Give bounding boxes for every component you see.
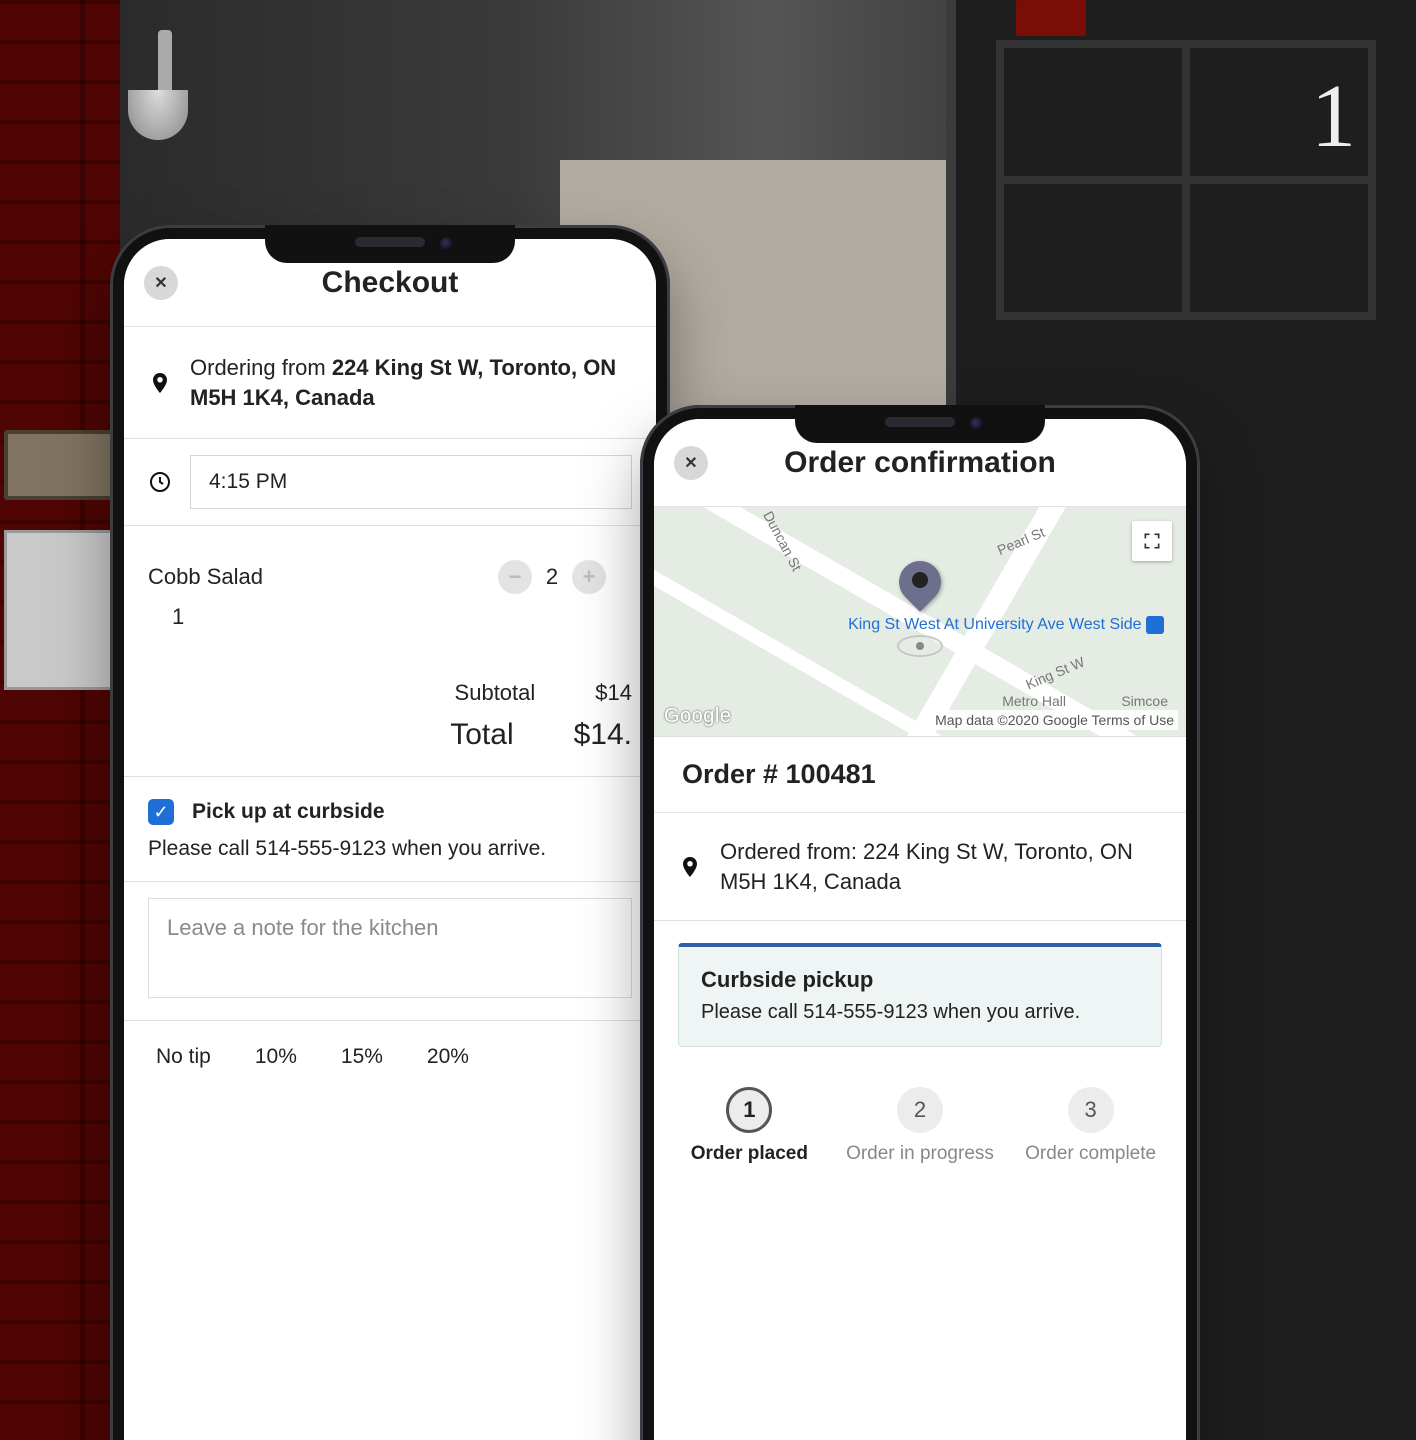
- tip-option-none[interactable]: No tip: [148, 1039, 219, 1075]
- step-order-placed: 1 Order placed: [674, 1087, 824, 1166]
- kitchen-note-placeholder: Leave a note for the kitchen: [167, 915, 439, 940]
- subtotal-value: $14: [595, 680, 632, 706]
- line-item-name: Cobb Salad: [148, 564, 498, 590]
- page-title: Order confirmation: [708, 446, 1132, 480]
- step-label: Order complete: [1025, 1143, 1156, 1166]
- line-item-option: 1: [124, 600, 656, 652]
- map-logo: Google: [664, 705, 732, 728]
- location-pin-icon: [678, 855, 702, 879]
- quantity-decrement-button[interactable]: −: [498, 560, 532, 594]
- order-number: Order # 100481: [654, 737, 1186, 813]
- kitchen-note-input[interactable]: Leave a note for the kitchen: [148, 898, 632, 998]
- map-street-label: Metro Hall: [1002, 693, 1066, 709]
- total-label: Total: [148, 718, 574, 752]
- total-row: Total $14.: [124, 712, 656, 776]
- pickup-time-row: 4:15 PM: [124, 439, 656, 526]
- line-item-row: Cobb Salad − 2 +: [124, 540, 656, 600]
- page-title: Checkout: [178, 266, 602, 300]
- total-value: $14.: [574, 718, 632, 752]
- close-icon: ✕: [684, 453, 697, 473]
- map-attribution: Map data ©2020 Google Terms of Use: [931, 710, 1178, 730]
- curbside-row: ✓ Pick up at curbside: [124, 777, 656, 833]
- clock-icon: [148, 470, 172, 494]
- curbside-label: Pick up at curbside: [192, 800, 385, 824]
- step-number-badge: 2: [897, 1087, 943, 1133]
- location-pin-icon: [148, 371, 172, 395]
- map-street-label: King St W: [1023, 653, 1087, 692]
- map-street-label: Simcoe: [1121, 693, 1168, 709]
- pickup-location-text: Ordering from 224 King St W, Toronto, ON…: [190, 353, 632, 412]
- close-button[interactable]: ✕: [674, 446, 708, 480]
- tip-options-row: No tip 10% 15% 20%: [124, 1020, 656, 1093]
- pickup-location-row: Ordering from 224 King St W, Toronto, ON…: [124, 327, 656, 439]
- quantity-value: 2: [532, 564, 572, 590]
- plus-icon: +: [583, 564, 596, 590]
- curbside-helper-text: Please call 514-555-9123 when you arrive…: [124, 833, 656, 881]
- check-icon: ✓: [153, 802, 168, 823]
- phone-checkout: ✕ Checkout Ordering from 224 King St W, …: [110, 225, 670, 1440]
- tip-option-10[interactable]: 10%: [247, 1039, 305, 1075]
- callout-body: Please call 514-555-9123 when you arrive…: [701, 1001, 1139, 1024]
- close-button[interactable]: ✕: [144, 266, 178, 300]
- subtotal-row: Subtotal $14: [124, 674, 656, 712]
- minus-icon: −: [509, 564, 522, 590]
- pickup-time-value: 4:15 PM: [209, 470, 287, 494]
- map-street-label: Pearl St: [995, 524, 1047, 558]
- curbside-checkbox[interactable]: ✓: [148, 799, 174, 825]
- map-transit-stop[interactable]: King St West At University Ave West Side: [848, 615, 1164, 634]
- pickup-time-select[interactable]: 4:15 PM: [190, 455, 632, 509]
- step-order-in-progress: 2 Order in progress: [845, 1087, 995, 1166]
- phone-notch: [265, 225, 515, 263]
- ordered-from-text: Ordered from: 224 King St W, Toronto, ON…: [720, 837, 1162, 896]
- exit-sign-icon: [1016, 0, 1086, 36]
- map-street-label: Duncan St: [760, 508, 805, 573]
- close-icon: ✕: [154, 273, 167, 293]
- map-fullscreen-button[interactable]: [1132, 521, 1172, 561]
- quantity-increment-button[interactable]: +: [572, 560, 606, 594]
- bus-stop-icon: [1146, 616, 1164, 634]
- tip-option-15[interactable]: 15%: [333, 1039, 391, 1075]
- phone-confirmation: ✕ Order confirmation Duncan St Pearl St …: [640, 405, 1200, 1440]
- step-label: Order placed: [691, 1143, 808, 1166]
- step-number-badge: 1: [726, 1087, 772, 1133]
- order-map[interactable]: Duncan St Pearl St King St W Metro Hall …: [654, 507, 1186, 737]
- subtotal-label: Subtotal: [148, 680, 595, 706]
- map-pin-shadow-icon: [897, 635, 943, 657]
- door-number: 1: [1311, 65, 1356, 168]
- curbside-callout: Curbside pickup Please call 514-555-9123…: [678, 943, 1162, 1047]
- tip-option-20[interactable]: 20%: [419, 1039, 477, 1075]
- order-progress-steps: 1 Order placed 2 Order in progress 3 Ord…: [654, 1069, 1186, 1174]
- phone-notch: [795, 405, 1045, 443]
- step-label: Order in progress: [846, 1143, 994, 1166]
- step-number-badge: 3: [1068, 1087, 1114, 1133]
- step-order-complete: 3 Order complete: [1016, 1087, 1166, 1166]
- callout-title: Curbside pickup: [701, 967, 1139, 993]
- map-pin-icon: [899, 561, 941, 603]
- fullscreen-icon: [1142, 531, 1162, 551]
- ordered-from-row: Ordered from: 224 King St W, Toronto, ON…: [654, 813, 1186, 921]
